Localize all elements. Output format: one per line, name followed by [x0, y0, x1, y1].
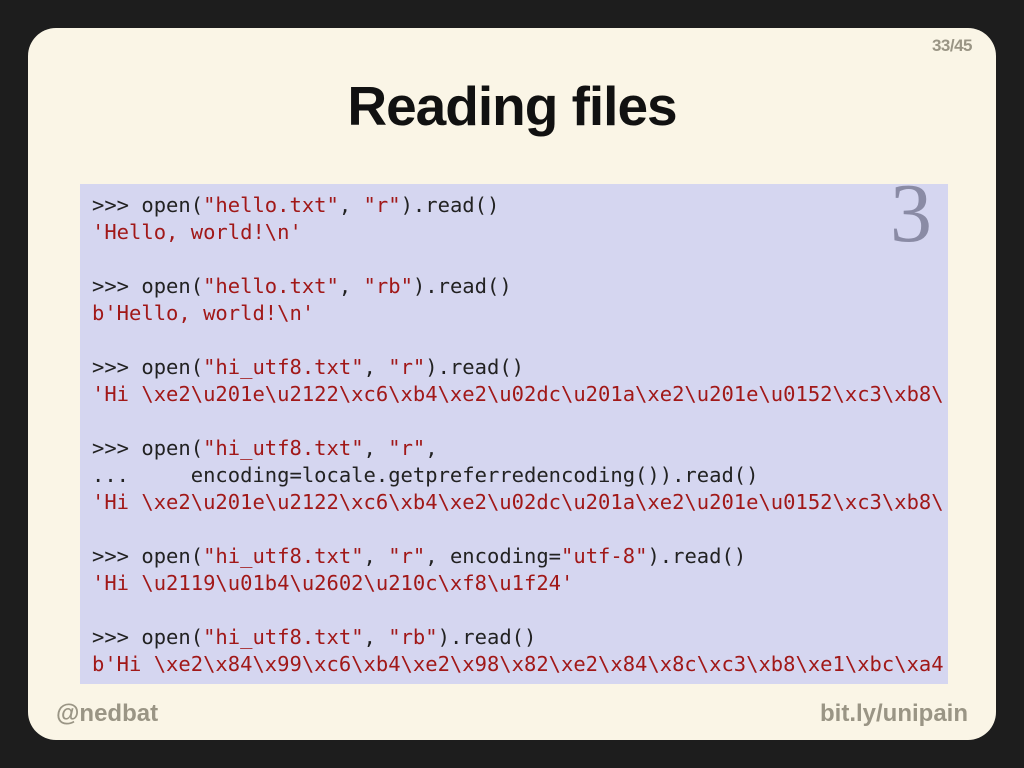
- code-output: 'Hi \xe2\u201e\u2122\xc6\xb4\xe2\u02dc\u…: [92, 490, 944, 514]
- code-output: 'Hi \u2119\u01b4\u2602\u210c\xf8\u1f24': [92, 571, 573, 595]
- code-punct: ).read(): [425, 355, 524, 379]
- code-punct: ,: [364, 544, 389, 568]
- code-line: ... encoding=locale.getpreferredencoding…: [92, 463, 758, 487]
- code-output: 'Hi \xe2\u201e\u2122\xc6\xb4\xe2\u02dc\u…: [92, 382, 944, 406]
- code-string: "r": [364, 193, 401, 217]
- code-string: "rb": [388, 625, 437, 649]
- code-punct: ).read(): [413, 274, 512, 298]
- code-string: "hello.txt": [203, 193, 339, 217]
- code-string: "hi_utf8.txt": [203, 625, 363, 649]
- code-string: "hi_utf8.txt": [203, 544, 363, 568]
- slide: 33/45 Reading files 3 >>> open("hello.tx…: [28, 28, 996, 740]
- code-punct: ,: [425, 436, 437, 460]
- code-punct: ,: [364, 436, 389, 460]
- code-string: "r": [388, 355, 425, 379]
- page-counter: 33/45: [932, 36, 972, 56]
- code-string: "r": [388, 436, 425, 460]
- python-version-badge: 3: [890, 184, 932, 256]
- code-punct: ,: [339, 193, 364, 217]
- code-listing: >>> open("hello.txt", "r").read() 'Hello…: [80, 184, 948, 684]
- code-punct: ,: [364, 355, 389, 379]
- code-punct: ).read(): [401, 193, 500, 217]
- code-punct: , encoding=: [425, 544, 561, 568]
- code-line: >>> open(: [92, 544, 203, 568]
- code-punct: ).read(): [647, 544, 746, 568]
- code-punct: ).read(): [438, 625, 537, 649]
- code-line: >>> open(: [92, 355, 203, 379]
- code-line: >>> open(: [92, 436, 203, 460]
- code-string: "hi_utf8.txt": [203, 355, 363, 379]
- code-punct: ,: [339, 274, 364, 298]
- footer-link: bit.ly/unipain: [820, 700, 968, 728]
- code-line: >>> open(: [92, 625, 203, 649]
- footer-handle: @nedbat: [56, 700, 158, 728]
- code-string: "utf-8": [561, 544, 647, 568]
- code-string: "r": [388, 544, 425, 568]
- code-string: "hi_utf8.txt": [203, 436, 363, 460]
- code-output: b'Hi \xe2\x84\x99\xc6\xb4\xe2\x98\x82\xe…: [92, 652, 944, 676]
- slide-title: Reading files: [28, 74, 996, 138]
- code-output: 'Hello, world!\n': [92, 220, 302, 244]
- code-string: "rb": [364, 274, 413, 298]
- code-line: >>> open(: [92, 193, 203, 217]
- code-string: "hello.txt": [203, 274, 339, 298]
- code-line: >>> open(: [92, 274, 203, 298]
- code-output: b'Hello, world!\n': [92, 301, 314, 325]
- code-block: 3 >>> open("hello.txt", "r").read() 'Hel…: [80, 184, 948, 684]
- code-punct: ,: [364, 625, 389, 649]
